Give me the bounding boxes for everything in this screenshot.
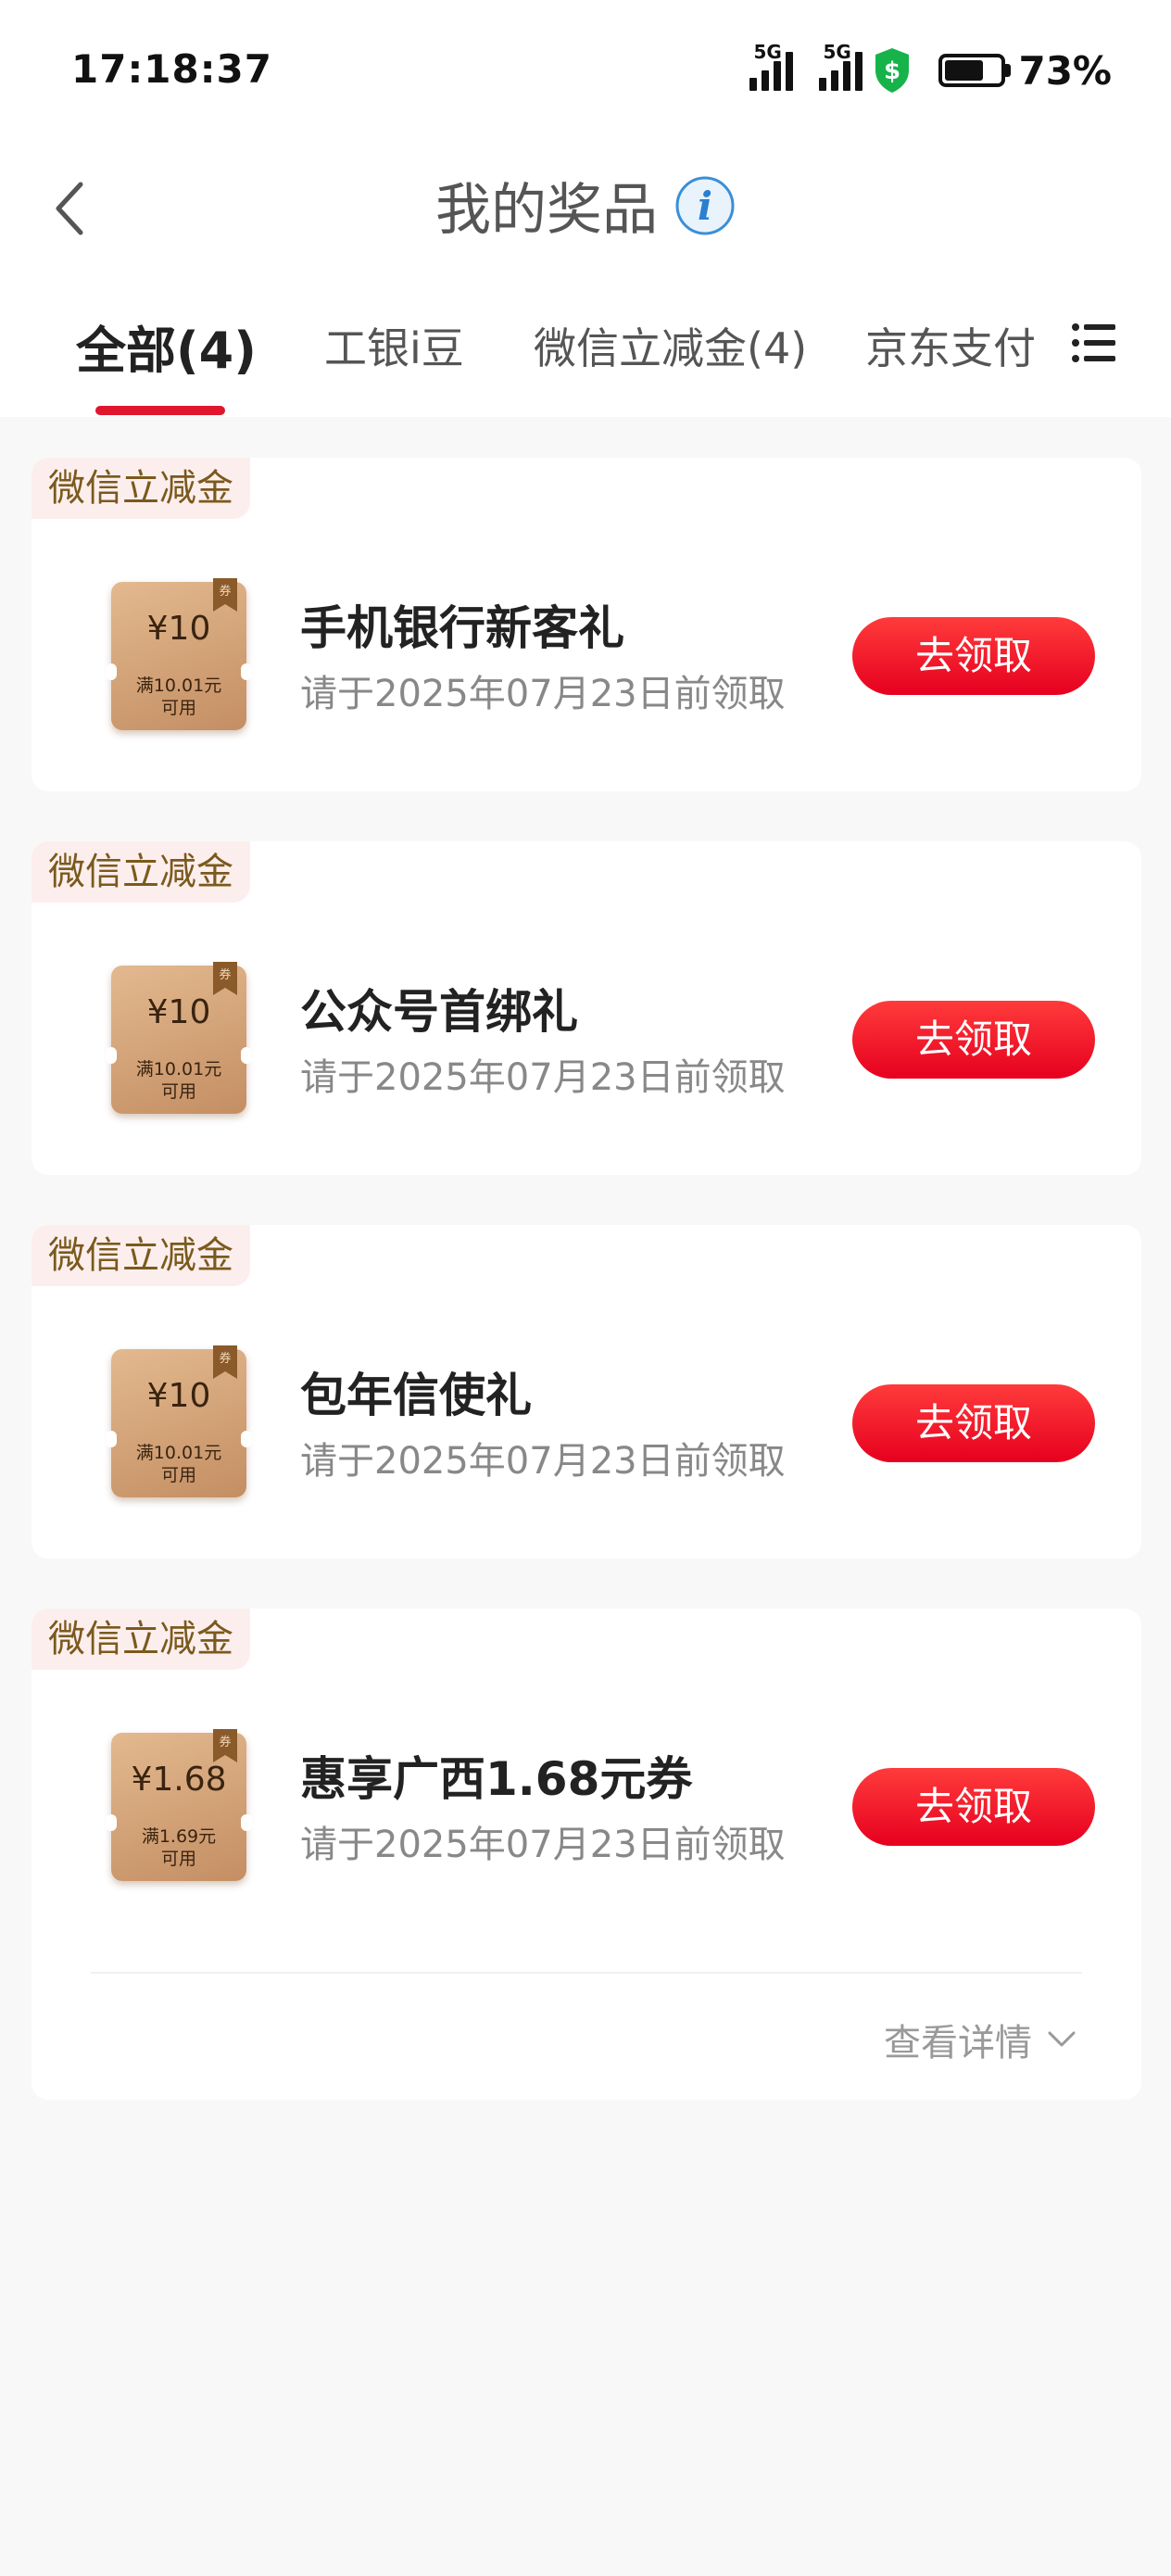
svg-text:券: 券 — [219, 1735, 231, 1749]
prizes-page: 17:18:37 5G 5G $ 73% 我的奖品 i 全部(4) 工银i豆 微… — [0, 0, 1171, 2576]
prize-type-tag: 微信立减金 — [31, 1609, 250, 1670]
page-title: 我的奖品 — [435, 178, 658, 243]
prize-card: 微信立减金 券 ¥10 满10.01元 可用 公众号首绑礼 请于2025年07月2… — [31, 841, 1141, 1175]
tab-all[interactable]: 全部(4) — [76, 309, 257, 383]
active-tab-indicator — [95, 406, 225, 415]
coupon-condition: 满10.01元 可用 — [135, 676, 222, 718]
tab-wechat-discount[interactable]: 微信立减金(4) — [534, 315, 807, 376]
coupon-amount: ¥10 — [146, 610, 211, 648]
svg-text:券: 券 — [219, 967, 231, 982]
coupon-icon: 券 ¥10 满10.01元 可用 — [106, 1345, 252, 1497]
svg-text:$: $ — [884, 57, 900, 85]
ribbon-icon: 券 — [213, 578, 237, 612]
coupon-icon: 券 ¥10 满10.01元 可用 — [106, 962, 252, 1114]
svg-text:i: i — [698, 183, 712, 229]
status-time: 17:18:37 — [71, 46, 272, 92]
prize-name: 公众号首绑礼 — [300, 985, 578, 1039]
claim-button[interactable]: 去领取 — [852, 1768, 1095, 1846]
coupon-amount: ¥10 — [146, 1377, 211, 1415]
prize-card: 微信立减金 券 ¥1.68 满1.69元 可用 惠享广西1.68元券 请于2025… — [31, 1609, 1141, 2100]
coupon-amount: ¥1.68 — [131, 1761, 227, 1799]
status-icons: 5G 5G $ 73% — [744, 41, 1112, 98]
prize-deadline: 请于2025年07月23日前领取 — [300, 1824, 786, 1866]
info-icon[interactable]: i — [674, 175, 736, 236]
signal-label: 5G — [753, 41, 782, 63]
prize-name: 包年信使礼 — [300, 1369, 532, 1422]
prize-deadline: 请于2025年07月23日前领取 — [300, 1056, 786, 1099]
security-shield-icon: $ — [875, 48, 910, 93]
svg-text:券: 券 — [219, 584, 231, 599]
category-tabs: 全部(4) 工银i豆 微信立减金(4) 京东支付 — [0, 278, 1171, 417]
battery-icon — [938, 54, 1006, 87]
signal-icon: 5G — [813, 41, 863, 91]
prize-type-tag: 微信立减金 — [31, 458, 250, 519]
signal-icon: 5G — [744, 41, 794, 91]
nav-header: 我的奖品 i — [0, 139, 1171, 278]
prize-card: 微信立减金 券 ¥10 满10.01元 可用 包年信使礼 请于2025年07月23… — [31, 1225, 1141, 1559]
svg-text:券: 券 — [219, 1351, 231, 1366]
prize-deadline: 请于2025年07月23日前领取 — [300, 673, 786, 715]
prize-name: 手机银行新客礼 — [300, 601, 624, 655]
status-bar: 17:18:37 5G 5G $ 73% — [0, 0, 1171, 139]
tab-icbc-ibean[interactable]: 工银i豆 — [324, 315, 464, 376]
list-menu-icon[interactable] — [1071, 320, 1117, 366]
ribbon-icon: 券 — [213, 1729, 237, 1762]
coupon-condition: 满10.01元 可用 — [135, 1443, 222, 1485]
claim-button[interactable]: 去领取 — [852, 1001, 1095, 1079]
coupon-condition: 满1.69元 可用 — [141, 1826, 217, 1869]
coupon-condition: 满10.01元 可用 — [135, 1059, 222, 1102]
card-divider — [91, 1972, 1082, 1974]
prize-deadline: 请于2025年07月23日前领取 — [300, 1440, 786, 1483]
prize-type-tag: 微信立减金 — [31, 841, 250, 903]
battery-indicator: 73% — [938, 48, 1112, 94]
ribbon-icon: 券 — [213, 1345, 237, 1379]
prize-type-tag: 微信立减金 — [31, 1225, 250, 1286]
battery-percent: 73% — [1018, 47, 1112, 94]
prize-name: 惠享广西1.68元券 — [300, 1752, 693, 1806]
chevron-down-icon — [1048, 2031, 1076, 2047]
signal-label: 5G — [823, 41, 851, 63]
tab-jd-pay[interactable]: 京东支付 — [865, 315, 1036, 376]
prize-card: 微信立减金 券 ¥10 满10.01元 可用 手机银行新客礼 请于2025年07月… — [31, 458, 1141, 791]
coupon-icon: 券 ¥10 满10.01元 可用 — [106, 578, 252, 730]
ribbon-icon: 券 — [213, 962, 237, 995]
view-details-label: 查看详情 — [884, 2022, 1032, 2065]
title-wrap: 我的奖品 i — [0, 165, 1171, 246]
claim-button[interactable]: 去领取 — [852, 1384, 1095, 1462]
coupon-icon: 券 ¥1.68 满1.69元 可用 — [106, 1729, 252, 1881]
claim-button[interactable]: 去领取 — [852, 617, 1095, 695]
view-details-link[interactable]: 查看详情 — [884, 2013, 1077, 2066]
coupon-amount: ¥10 — [146, 993, 211, 1031]
